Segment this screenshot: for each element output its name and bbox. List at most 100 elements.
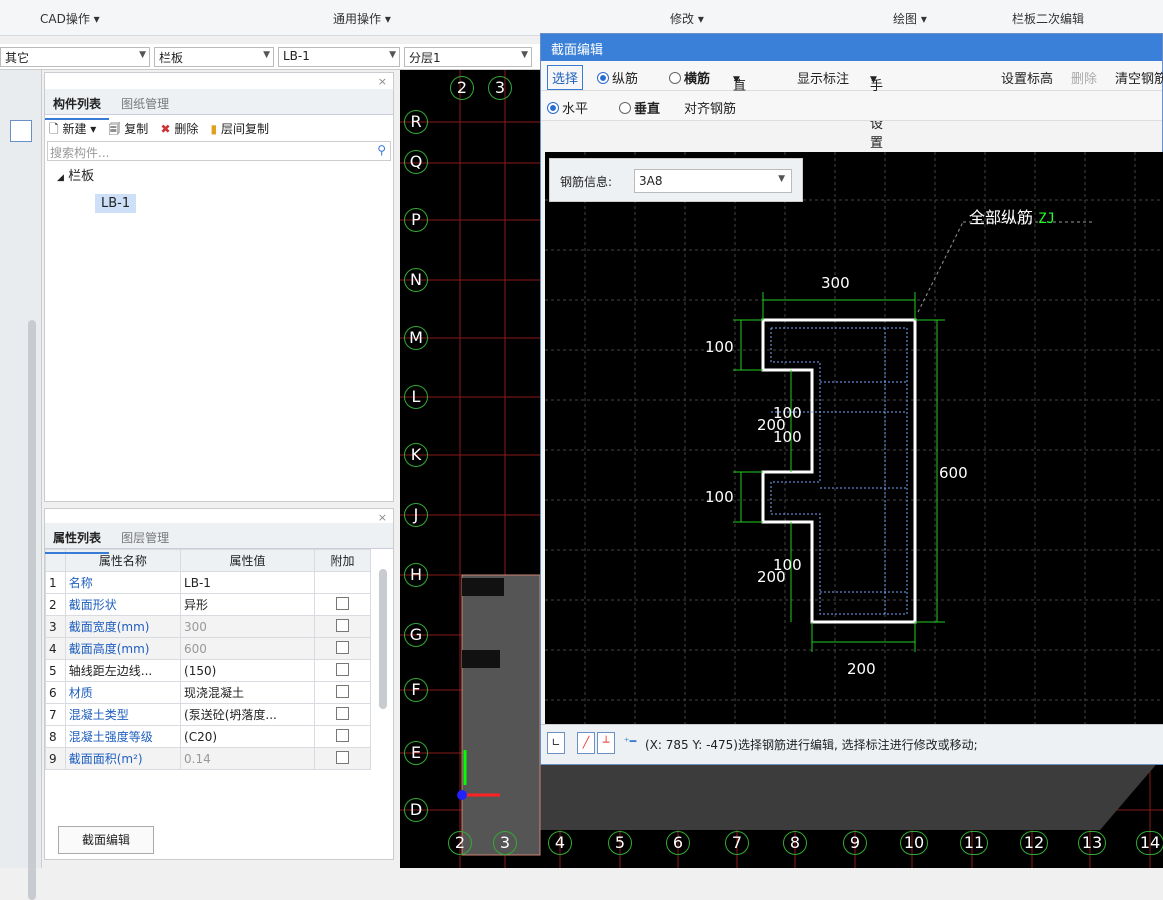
delete-button[interactable]: 删除	[1071, 68, 1097, 87]
tab-property-list[interactable]: 属性列表	[45, 523, 110, 554]
axis-row-label: M	[404, 326, 428, 350]
ribbon-group-common[interactable]: 通用操作 ▾	[333, 10, 391, 27]
table-row[interactable]: 7 混凝土类型 (泵送砼(坍落度...	[45, 703, 372, 726]
perpendicular-icon[interactable]: ┴	[597, 732, 615, 754]
tab-component-list[interactable]: 构件列表	[45, 89, 110, 120]
section-edit-button[interactable]: 截面编辑	[58, 826, 154, 854]
close-icon[interactable]: ×	[378, 511, 387, 524]
component-combo[interactable]: LB-1 ▼	[278, 47, 400, 67]
axis-row-label: H	[404, 563, 428, 587]
property-value[interactable]: (C20)	[180, 725, 315, 748]
tab-drawing-manage[interactable]: 图纸管理	[113, 89, 177, 118]
search-input[interactable]: 搜索构件... ⚲	[47, 141, 391, 161]
delete-button[interactable]: ✖ 删除	[160, 120, 198, 137]
layer-copy-button[interactable]: ▮ 层间复制	[211, 120, 269, 137]
property-value[interactable]: 异形	[180, 593, 315, 616]
extra-checkbox[interactable]	[335, 706, 349, 720]
property-name: 混凝土类型	[64, 703, 182, 726]
ribbon-group-draw[interactable]: 绘图 ▾	[893, 10, 927, 27]
category-combo[interactable]: 其它 ▼	[0, 47, 150, 67]
property-value[interactable]: (泵送砼(坍落度...	[180, 703, 315, 726]
new-button[interactable]: 🗋 新建 ▾	[49, 120, 96, 141]
extra-checkbox[interactable]	[335, 596, 349, 610]
ribbon-group-modify[interactable]: 修改 ▾	[670, 10, 704, 27]
tab-layer-manage[interactable]: 图层管理	[113, 523, 177, 552]
ortho-icon[interactable]: ∟	[547, 732, 565, 754]
dim-mid3[interactable]: 100	[773, 428, 802, 446]
tree-node-parent[interactable]: ◢ 栏板	[57, 165, 381, 184]
axis-col-label: 5	[608, 831, 632, 855]
snap-icon[interactable]: ╱	[577, 732, 595, 754]
extra-checkbox[interactable]	[335, 728, 349, 742]
rebar-info-label: 钢筋信息:	[560, 175, 613, 189]
axis-col-label: 9	[843, 831, 867, 855]
list-view-icon[interactable]	[10, 120, 32, 142]
extra-checkbox[interactable]	[335, 618, 349, 632]
dim-top[interactable]: 300	[821, 274, 850, 292]
dim-bottom[interactable]: 200	[847, 660, 876, 678]
row-index: 6	[45, 681, 66, 704]
scrollbar[interactable]	[379, 569, 387, 709]
ribbon-group-cad[interactable]: CAD操作 ▾	[40, 10, 100, 27]
table-row[interactable]: 8 混凝土强度等级 (C20)	[45, 725, 372, 748]
property-value[interactable]: 现浇混凝土	[180, 681, 315, 704]
extra-checkbox[interactable]	[335, 640, 349, 654]
tree-parent-label: 栏板	[68, 169, 95, 184]
extra-checkbox[interactable]	[335, 662, 349, 676]
dim-right[interactable]: 600	[939, 464, 968, 482]
table-row[interactable]: 2 截面形状 异形	[45, 593, 372, 616]
axis-row-label: E	[404, 741, 428, 765]
filter-toolbar: 其它 ▼ 栏板 ▼ LB-1 ▼ 分层1 ▼	[0, 44, 545, 70]
extra-checkbox[interactable]	[335, 750, 349, 764]
rebar-info-combo[interactable]: 3A8 ▼	[634, 169, 792, 193]
axis-col-label: 2	[448, 831, 472, 855]
radio-label: 横筋	[684, 72, 711, 87]
axis-row-label: N	[404, 268, 428, 292]
radio-horizontal[interactable]: 水平	[547, 98, 588, 117]
property-value[interactable]: (150)	[180, 659, 315, 682]
chevron-down-icon: ▼	[389, 50, 396, 60]
radio-label: 垂直	[634, 102, 661, 117]
layer-combo[interactable]: 分层1 ▼	[404, 47, 532, 67]
axis-row-label: K	[404, 443, 428, 467]
close-icon[interactable]: ×	[378, 75, 387, 88]
property-value[interactable]: LB-1	[180, 571, 315, 594]
dim-mid5[interactable]: 200	[757, 568, 786, 586]
table-row[interactable]: 1 名称 LB-1	[45, 571, 372, 594]
property-value[interactable]: 0.14	[180, 747, 315, 770]
table-row[interactable]: 9 截面面积(m²) 0.14	[45, 747, 372, 770]
table-row[interactable]: 4 截面高度(mm) 600	[45, 637, 372, 660]
dialog-title: 截面编辑	[541, 34, 1162, 61]
section-canvas[interactable]: 钢筋信息: 3A8 ▼ 全部纵筋 ZJ 300 100 100 200 100 6…	[545, 152, 1163, 724]
dim-left2[interactable]: 100	[705, 488, 734, 506]
annotation-code: ZJ	[1038, 211, 1055, 227]
set-elevation-button[interactable]: 设置标高	[1001, 68, 1053, 87]
copy-button[interactable]: 🗐 复制	[108, 120, 148, 141]
extra-checkbox[interactable]	[335, 684, 349, 698]
scrollbar[interactable]	[28, 320, 36, 900]
chevron-down-icon: ▼	[778, 174, 785, 184]
component-list-panel: × 构件列表 图纸管理 🗋 新建 ▾ 🗐 复制 ✖ 删除 ▮ 层间复制 搜索构件…	[44, 72, 394, 502]
clear-rebar-button[interactable]: 清空钢筋	[1115, 68, 1163, 87]
component-tabs: 构件列表 图纸管理	[45, 89, 393, 120]
tree-node-selected[interactable]: LB-1	[95, 194, 137, 213]
type-combo[interactable]: 栏板 ▼	[154, 47, 274, 67]
property-value[interactable]: 600	[180, 637, 315, 660]
radio-longitudinal[interactable]: 纵筋	[597, 68, 638, 87]
dim-left1[interactable]: 100	[705, 338, 734, 356]
radio-label: 水平	[562, 102, 589, 117]
axis-col-label: 8	[783, 831, 807, 855]
select-button[interactable]: 选择	[547, 65, 584, 90]
ribbon-group-secondary-edit[interactable]: 栏板二次编辑	[1012, 10, 1084, 27]
table-row[interactable]: 5 轴线距左边线... (150)	[45, 659, 372, 682]
radio-vertical[interactable]: 垂直	[619, 98, 660, 117]
property-value[interactable]: 300	[180, 615, 315, 638]
show-dimension-button[interactable]: 显示标注	[797, 68, 849, 87]
left-side-strip	[0, 70, 42, 900]
radio-transverse[interactable]: 横筋	[669, 68, 710, 87]
dimension-icon[interactable]: ⁺━	[621, 732, 639, 754]
table-row[interactable]: 3 截面宽度(mm) 300	[45, 615, 372, 638]
align-rebar-button[interactable]: 对齐钢筋	[684, 98, 736, 117]
delete-label: 删除	[174, 122, 199, 136]
table-row[interactable]: 6 材质 现浇混凝土	[45, 681, 372, 704]
